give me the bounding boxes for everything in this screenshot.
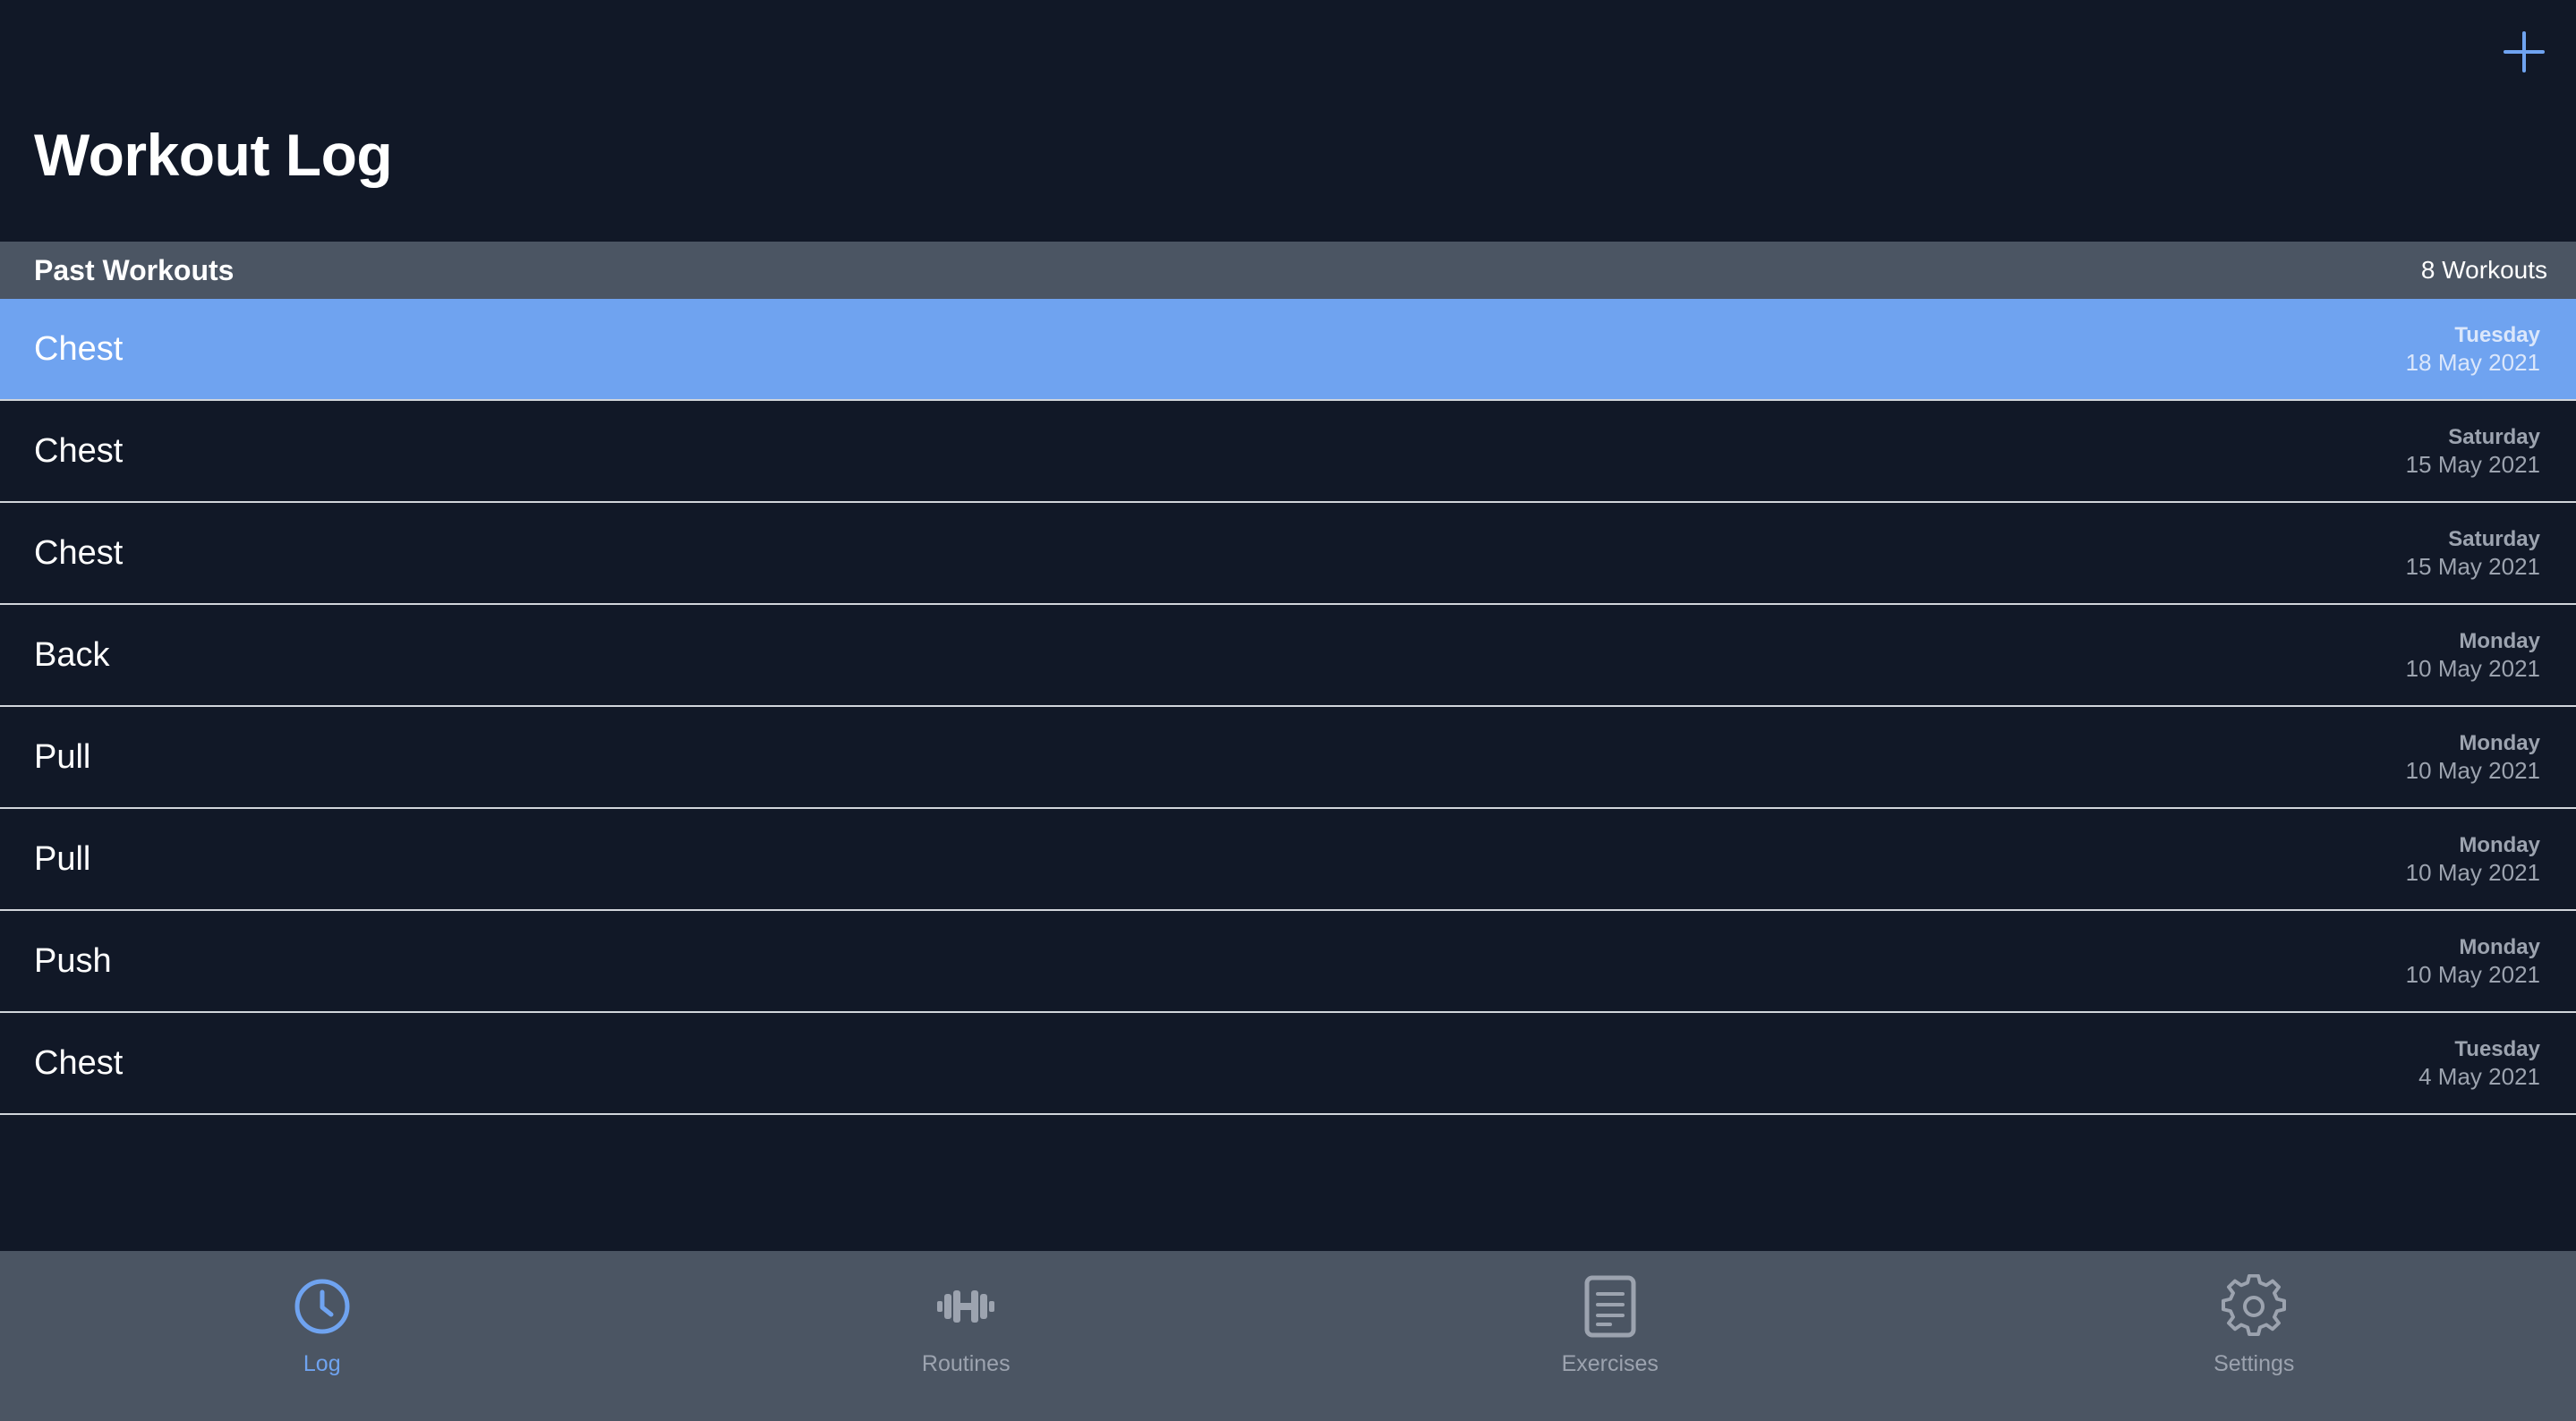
workout-day: Monday [2459,731,2540,755]
workout-day: Saturday [2448,425,2540,449]
workout-full-date: 10 May 2021 [2405,961,2540,988]
workout-full-date: 10 May 2021 [2405,757,2540,784]
workout-date: Saturday 15 May 2021 [2406,423,2540,479]
workout-date: Monday 10 May 2021 [2406,627,2540,683]
tab-label-log: Log [303,1351,341,1376]
workout-date: Tuesday 18 May 2021 [2406,321,2540,377]
workout-title: Pull [34,737,91,776]
workout-title: Pull [34,839,91,878]
add-workout-button[interactable] [2481,16,2567,88]
workout-date: Monday 10 May 2021 [2406,729,2540,785]
tab-label-routines: Routines [921,1351,1011,1376]
clock-icon [294,1279,350,1334]
workout-day: Saturday [2448,527,2540,551]
tab-log[interactable]: Log [0,1251,644,1421]
section-title: Past Workouts [34,253,235,286]
workout-row[interactable]: Pull Monday 10 May 2021 [0,707,2576,809]
header: Workout Log [0,0,2576,242]
workout-row[interactable]: Chest Saturday 15 May 2021 [0,503,2576,605]
tab-bar: Log Routines Exercises Settings [0,1251,2576,1421]
page-title: Workout Log [34,122,393,188]
dumbbell-icon [937,1290,995,1323]
tab-exercises[interactable]: Exercises [1288,1251,1932,1421]
workout-row[interactable]: Pull Monday 10 May 2021 [0,809,2576,911]
workout-date: Tuesday 4 May 2021 [2418,1035,2540,1091]
workout-day: Tuesday [2454,323,2540,347]
workout-date: Monday 10 May 2021 [2406,933,2540,989]
workout-day: Monday [2459,629,2540,653]
workout-title: Chest [34,1043,124,1082]
workout-full-date: 18 May 2021 [2405,349,2540,376]
app-window: Workout Log Past Workouts 8 Workouts Che… [0,0,2576,1421]
workout-list: Chest Tuesday 18 May 2021 Chest Saturday 15 M… [0,299,2576,1115]
workout-row[interactable]: Back Monday 10 May 2021 [0,605,2576,707]
workout-row[interactable]: Chest Tuesday 4 May 2021 [0,1013,2576,1115]
tab-label-settings: Settings [2213,1351,2295,1376]
workout-title: Push [34,941,112,980]
workout-day: Monday [2459,833,2540,857]
workout-row[interactable]: Chest Tuesday 18 May 2021 [0,299,2576,401]
workout-full-date: 10 May 2021 [2405,859,2540,886]
section-header: Past Workouts 8 Workouts [0,242,2576,299]
workout-full-date: 10 May 2021 [2405,655,2540,682]
workout-count: 8 Workouts [2420,256,2547,284]
workout-full-date: 15 May 2021 [2405,553,2540,580]
workout-title: Chest [34,431,124,470]
workout-full-date: 4 May 2021 [2418,1063,2540,1090]
workout-title: Back [34,635,110,674]
document-icon [1584,1275,1636,1338]
tab-routines[interactable]: Routines [644,1251,1289,1421]
workout-date: Saturday 15 May 2021 [2406,525,2540,581]
workout-row[interactable]: Push Monday 10 May 2021 [0,911,2576,1013]
workout-full-date: 15 May 2021 [2405,451,2540,478]
tab-settings[interactable]: Settings [1932,1251,2576,1421]
tab-label-exercises: Exercises [1561,1351,1659,1376]
workout-row[interactable]: Chest Saturday 15 May 2021 [0,401,2576,503]
workout-title: Chest [34,329,124,368]
workout-title: Chest [34,533,124,572]
workout-day: Monday [2459,935,2540,959]
workout-date: Monday 10 May 2021 [2406,831,2540,887]
plus-icon [2503,31,2545,72]
gear-icon [2222,1274,2287,1336]
workout-day: Tuesday [2454,1037,2540,1061]
